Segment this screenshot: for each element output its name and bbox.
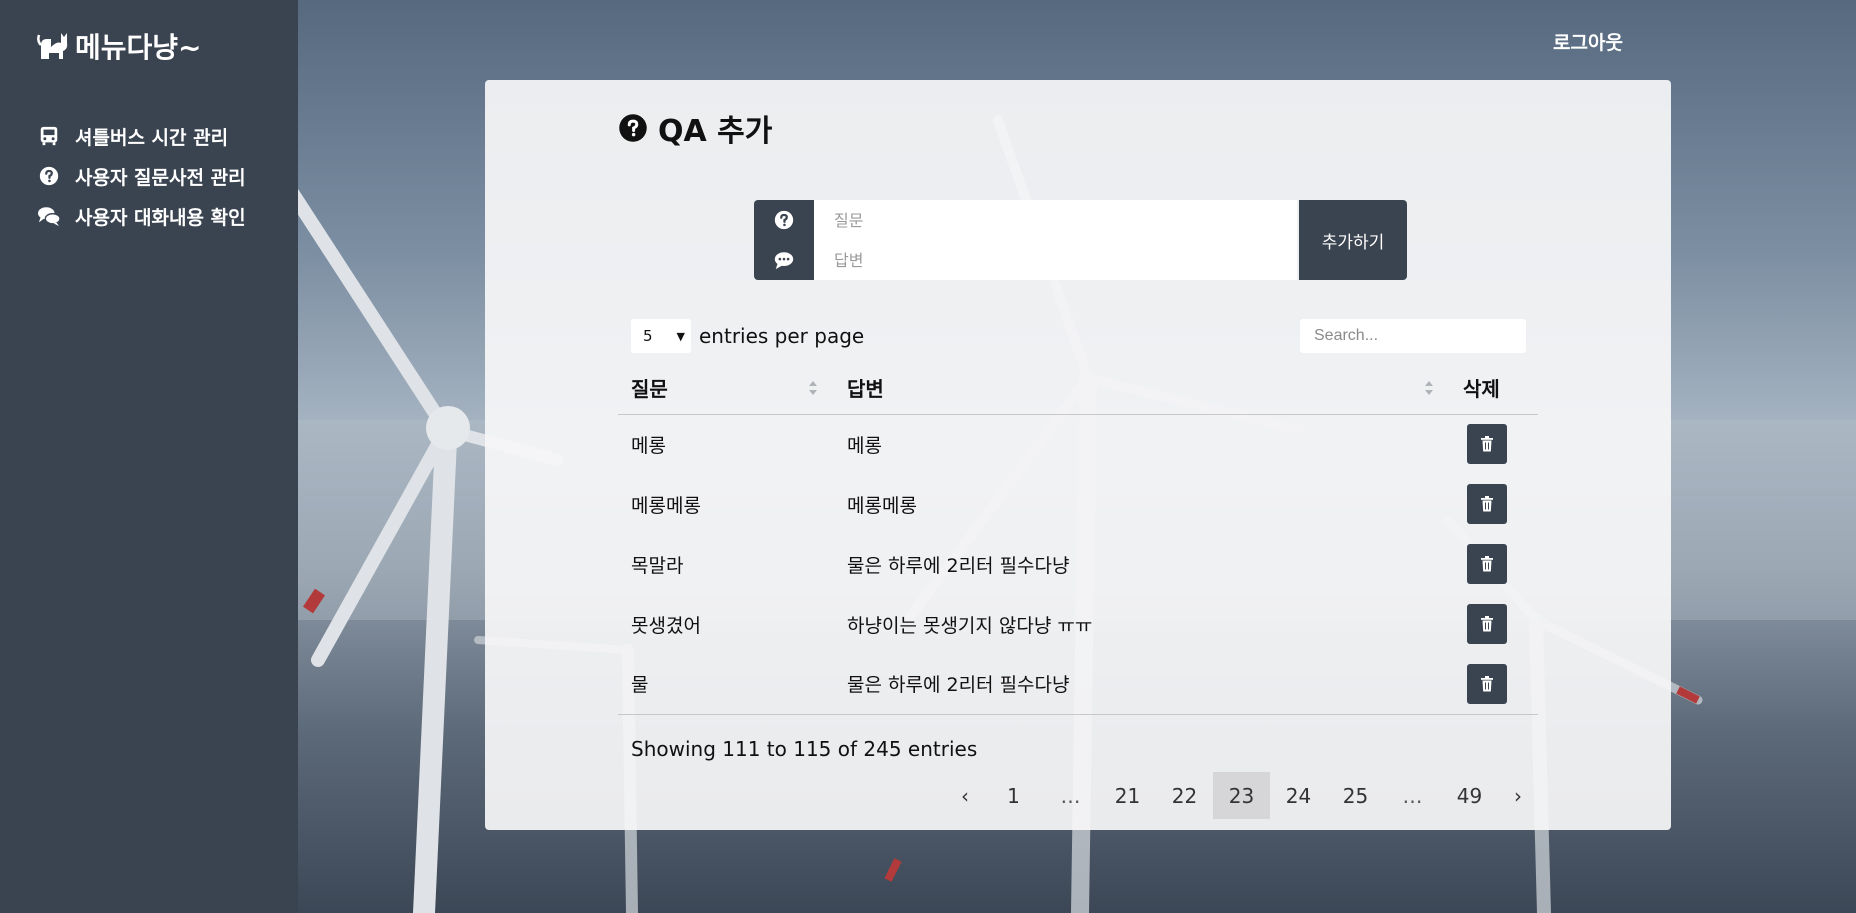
comment-dots-icon — [774, 252, 794, 270]
page-title: QA 추가 — [618, 106, 772, 150]
sidebar-item-conversations[interactable]: 사용자 대화내용 확인 — [37, 196, 246, 236]
page-link[interactable]: 22 — [1156, 772, 1213, 819]
column-header-label: 삭제 — [1463, 377, 1500, 402]
sidebar-item-label: 사용자 대화내용 확인 — [75, 206, 246, 229]
per-page-control: 5 ▼ entries per page — [631, 319, 864, 353]
page-link-current[interactable]: 23 — [1213, 772, 1270, 819]
page-link[interactable]: 25 — [1327, 772, 1384, 819]
delete-cell — [1450, 414, 1538, 474]
cat-icon — [37, 33, 68, 59]
delete-cell — [1450, 594, 1538, 654]
delete-cell — [1450, 654, 1538, 715]
question-cell: 메롱 — [631, 434, 666, 457]
trash-icon — [1481, 556, 1493, 572]
form-fields — [814, 200, 1297, 280]
page-link[interactable]: 24 — [1270, 772, 1327, 819]
answer-cell: 하냥이는 못생기지 않다냥 ㅠㅠ — [847, 614, 1093, 637]
answer-field-icon-cell — [754, 240, 814, 280]
column-header-delete: 삭제 — [1450, 362, 1538, 415]
entries-summary: Showing 111 to 115 of 245 entries — [631, 737, 978, 761]
add-qa-button[interactable]: 추가하기 — [1299, 200, 1407, 280]
per-page-select[interactable]: 5 ▼ — [631, 319, 691, 353]
column-header-label: 답변 — [847, 377, 884, 402]
question-circle-icon — [619, 114, 647, 142]
question-cell: 메롱메롱 — [631, 494, 701, 517]
delete-button[interactable] — [1467, 663, 1507, 704]
sidebar-nav: 셔틀버스 시간 관리 사용자 질문사전 관리 사용자 대화내용 확인 — [37, 116, 246, 236]
delete-button[interactable] — [1467, 484, 1507, 524]
form-icons — [754, 200, 814, 280]
delete-button[interactable] — [1467, 424, 1507, 465]
table-search-input[interactable] — [1300, 319, 1526, 353]
delete-button[interactable] — [1467, 604, 1507, 644]
delete-cell — [1450, 474, 1538, 534]
sidebar-item-label: 사용자 질문사전 관리 — [75, 166, 246, 189]
trash-icon — [1481, 436, 1493, 452]
per-page-value: 5 — [643, 327, 653, 345]
page-link[interactable]: 21 — [1099, 772, 1156, 819]
question-circle-icon — [39, 166, 59, 186]
column-header-question[interactable]: 질문 — [618, 362, 834, 415]
qa-add-form: 추가하기 — [754, 200, 1407, 280]
page-ellipsis: … — [1402, 783, 1423, 808]
sidebar-item-qa[interactable]: 사용자 질문사전 관리 — [37, 156, 246, 196]
bus-icon — [40, 126, 58, 146]
trash-icon — [1481, 496, 1493, 512]
next-page-button[interactable]: › — [1498, 772, 1538, 819]
table-row: 목말라 물은 하루에 2리터 필수다냥 — [618, 534, 1538, 594]
trash-icon — [1481, 616, 1493, 632]
answer-cell: 메롱메롱 — [847, 494, 917, 517]
table-row: 물 물은 하루에 2리터 필수다냥 — [618, 654, 1538, 715]
table-row: 메롱메롱 메롱메롱 — [618, 474, 1538, 534]
caret-down-icon: ▼ — [676, 329, 685, 343]
question-cell: 목말라 — [631, 554, 684, 577]
question-input[interactable] — [814, 200, 1297, 240]
answer-cell: 물은 하루에 2리터 필수다냥 — [834, 654, 1450, 715]
delete-button[interactable] — [1467, 544, 1507, 584]
table-row: 메롱 메롱 — [618, 414, 1538, 474]
sidebar-item-label: 셔틀버스 시간 관리 — [75, 126, 229, 149]
question-cell: 못생겼어 — [631, 614, 701, 637]
sidebar-item-shuttle[interactable]: 셔틀버스 시간 관리 — [37, 116, 246, 156]
per-page-label: entries per page — [699, 324, 865, 348]
brand-logo[interactable]: 메뉴다냥~ — [37, 26, 202, 66]
comments-icon — [38, 207, 61, 227]
sort-icon — [809, 381, 817, 395]
trash-icon — [1481, 675, 1493, 692]
sidebar: 메뉴다냥~ 셔틀버스 시간 관리 사용자 질문사전 관리 사용자 대화내용 확인 — [0, 0, 298, 913]
question-field-icon-cell — [754, 200, 814, 240]
delete-cell — [1450, 534, 1538, 594]
answer-input[interactable] — [814, 240, 1297, 280]
page-link[interactable]: 49 — [1441, 772, 1498, 819]
qa-table: 질문 답변 삭제 메롱 메롱 메롱메롱 메롱메롱 목말라 물은 하루에 2리터 … — [618, 362, 1538, 715]
question-cell: 물 — [618, 654, 834, 715]
qa-card: QA 추가 질문 답변 추가하기 5 ▼ entries per page Se… — [485, 80, 1671, 830]
table-header-row: 질문 답변 삭제 — [618, 362, 1538, 415]
prev-page-button[interactable]: ‹ — [945, 772, 985, 819]
table-row: 못생겼어 하냥이는 못생기지 않다냥 ㅠㅠ — [618, 594, 1538, 654]
question-circle-icon — [774, 210, 794, 230]
column-header-answer[interactable]: 답변 — [834, 362, 1450, 415]
column-header-label: 질문 — [631, 377, 668, 402]
page-title-text: QA 추가 — [658, 114, 773, 149]
pagination: ‹ 1 … 21 22 23 24 25 … 49 › — [945, 772, 1538, 819]
page-ellipsis: … — [1060, 783, 1081, 808]
answer-cell: 물은 하루에 2리터 필수다냥 — [847, 554, 1070, 577]
sort-icon — [1425, 381, 1433, 395]
answer-cell: 메롱 — [847, 434, 882, 457]
brand-name: 메뉴다냥~ — [75, 31, 202, 64]
logout-link[interactable]: 로그아웃 — [1553, 28, 1623, 55]
page-link[interactable]: 1 — [985, 772, 1042, 819]
